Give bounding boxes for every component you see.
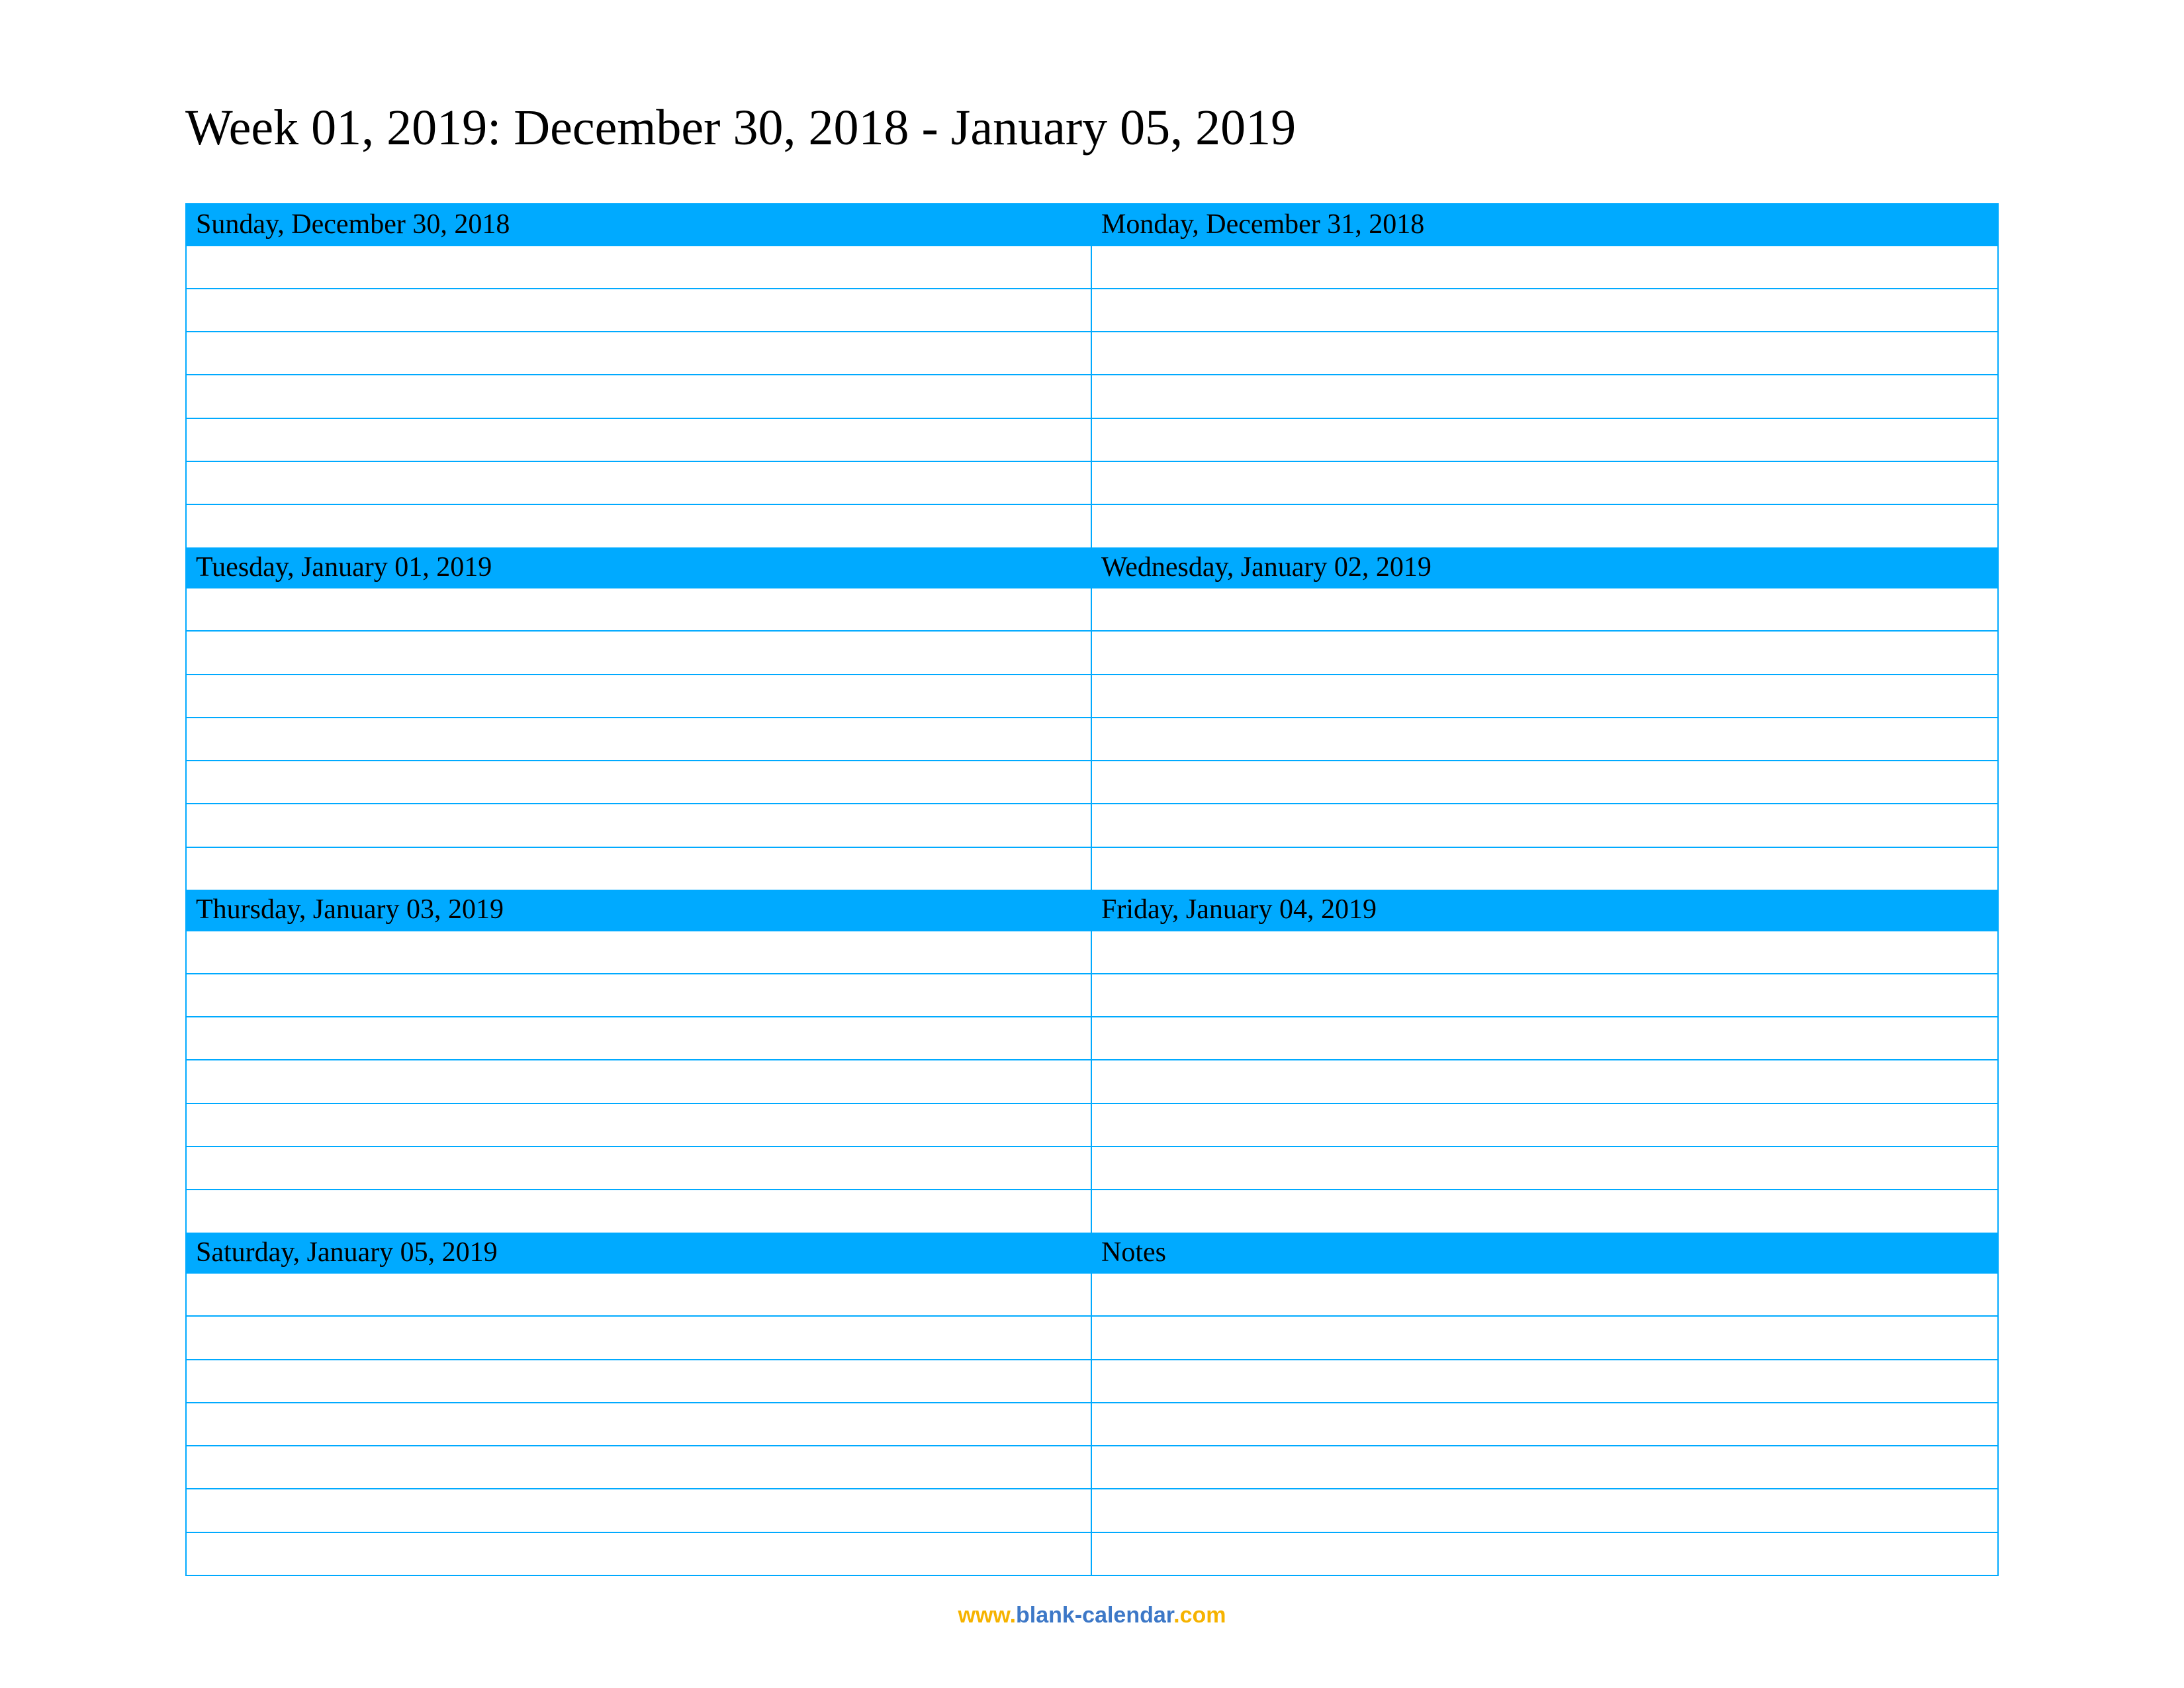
line-row[interactable] (187, 847, 1091, 890)
day-header: Tuesday, January 01, 2019 (187, 547, 1091, 588)
line-row[interactable] (187, 1532, 1091, 1575)
line-row[interactable] (1092, 587, 1997, 630)
line-row[interactable] (1092, 1189, 1997, 1232)
line-row[interactable] (1092, 331, 1997, 374)
day-block-notes: Notes (1092, 1233, 1997, 1575)
day-block-friday: Friday, January 04, 2019 (1092, 890, 1997, 1233)
day-header: Monday, December 31, 2018 (1092, 205, 1997, 245)
line-row[interactable] (187, 418, 1091, 461)
day-block-tuesday: Tuesday, January 01, 2019 (187, 547, 1092, 890)
line-row[interactable] (1092, 418, 1997, 461)
line-row[interactable] (187, 587, 1091, 630)
calendar-grid: Sunday, December 30, 2018 Monday, Decemb… (185, 203, 1999, 1576)
line-row[interactable] (1092, 630, 1997, 673)
line-row[interactable] (187, 288, 1091, 331)
day-lines (187, 245, 1091, 547)
day-lines (187, 587, 1091, 890)
day-block-thursday: Thursday, January 03, 2019 (187, 890, 1092, 1233)
line-row[interactable] (1092, 930, 1997, 973)
day-lines (1092, 245, 1997, 547)
line-row[interactable] (1092, 245, 1997, 288)
line-row[interactable] (1092, 1359, 1997, 1402)
day-header: Saturday, January 05, 2019 (187, 1233, 1091, 1273)
line-row[interactable] (1092, 288, 1997, 331)
line-row[interactable] (1092, 1016, 1997, 1059)
line-row[interactable] (187, 717, 1091, 760)
line-row[interactable] (187, 1445, 1091, 1488)
day-block-monday: Monday, December 31, 2018 (1092, 205, 1997, 547)
page-title: Week 01, 2019: December 30, 2018 - Janua… (185, 99, 1999, 157)
day-block-sunday: Sunday, December 30, 2018 (187, 205, 1092, 547)
line-row[interactable] (187, 803, 1091, 846)
day-header: Wednesday, January 02, 2019 (1092, 547, 1997, 588)
line-row[interactable] (187, 1059, 1091, 1102)
line-row[interactable] (187, 1272, 1091, 1315)
day-header: Friday, January 04, 2019 (1092, 890, 1997, 930)
day-header: Sunday, December 30, 2018 (187, 205, 1091, 245)
day-lines (1092, 1272, 1997, 1575)
line-row[interactable] (1092, 1445, 1997, 1488)
day-header: Notes (1092, 1233, 1997, 1273)
line-row[interactable] (1092, 504, 1997, 547)
line-row[interactable] (1092, 717, 1997, 760)
footer-dotcom: .com (1173, 1603, 1226, 1628)
line-row[interactable] (187, 1189, 1091, 1232)
line-row[interactable] (187, 374, 1091, 417)
line-row[interactable] (187, 1146, 1091, 1189)
line-row[interactable] (187, 1315, 1091, 1358)
day-header: Thursday, January 03, 2019 (187, 890, 1091, 930)
line-row[interactable] (187, 1359, 1091, 1402)
footer-domain: blank-calendar (1016, 1603, 1173, 1628)
line-row[interactable] (187, 1016, 1091, 1059)
line-row[interactable] (1092, 1146, 1997, 1189)
day-block-wednesday: Wednesday, January 02, 2019 (1092, 547, 1997, 890)
line-row[interactable] (187, 630, 1091, 673)
day-lines (187, 930, 1091, 1233)
line-row[interactable] (187, 1103, 1091, 1146)
day-lines (1092, 587, 1997, 890)
footer-link[interactable]: www.blank-calendar.com (185, 1603, 1999, 1628)
line-row[interactable] (187, 760, 1091, 803)
footer-www: www. (958, 1603, 1017, 1628)
line-row[interactable] (1092, 1272, 1997, 1315)
line-row[interactable] (187, 674, 1091, 717)
line-row[interactable] (1092, 1532, 1997, 1575)
line-row[interactable] (1092, 674, 1997, 717)
line-row[interactable] (187, 930, 1091, 973)
line-row[interactable] (1092, 803, 1997, 846)
line-row[interactable] (1092, 973, 1997, 1016)
line-row[interactable] (187, 1488, 1091, 1531)
line-row[interactable] (1092, 1402, 1997, 1445)
line-row[interactable] (1092, 374, 1997, 417)
line-row[interactable] (187, 245, 1091, 288)
line-row[interactable] (1092, 760, 1997, 803)
line-row[interactable] (1092, 461, 1997, 504)
line-row[interactable] (187, 1402, 1091, 1445)
line-row[interactable] (1092, 1315, 1997, 1358)
day-block-saturday: Saturday, January 05, 2019 (187, 1233, 1092, 1575)
line-row[interactable] (187, 331, 1091, 374)
line-row[interactable] (187, 461, 1091, 504)
line-row[interactable] (1092, 1488, 1997, 1531)
line-row[interactable] (187, 973, 1091, 1016)
line-row[interactable] (1092, 1059, 1997, 1102)
line-row[interactable] (1092, 847, 1997, 890)
line-row[interactable] (187, 504, 1091, 547)
day-lines (1092, 930, 1997, 1233)
day-lines (187, 1272, 1091, 1575)
line-row[interactable] (1092, 1103, 1997, 1146)
